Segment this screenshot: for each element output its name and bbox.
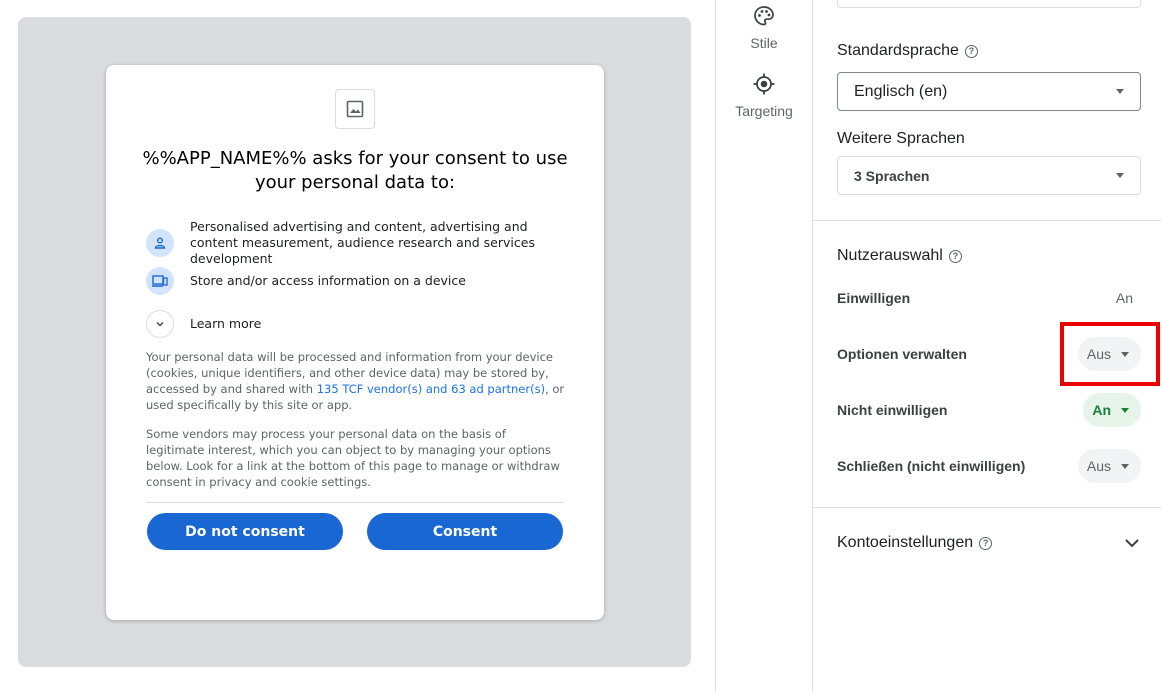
person-icon	[146, 229, 174, 257]
section-divider	[813, 220, 1161, 221]
consent-paragraph-2: Some vendors may process your personal d…	[146, 427, 560, 489]
purpose-item-personalised: Personalised advertising and content, ad…	[146, 219, 566, 267]
nav-label: Targeting	[735, 103, 793, 119]
chip-value: An	[1092, 402, 1111, 418]
default-language-select[interactable]: Englisch (en)	[837, 72, 1141, 111]
help-icon[interactable]: ?	[964, 44, 978, 58]
option-row-einwilligen: Einwilligen An	[837, 280, 1141, 316]
option-row-nicht-einwilligen: Nicht einwilligen An	[837, 392, 1141, 428]
label-text: Kontoeinstellungen	[837, 534, 974, 551]
do-not-consent-button[interactable]: Do not consent	[147, 513, 343, 550]
target-icon	[753, 73, 775, 95]
nav-item-targeting[interactable]: Targeting	[716, 72, 812, 119]
label-text: Standardsprache	[837, 42, 959, 59]
help-icon[interactable]: ?	[979, 536, 993, 550]
dialog-title: %%APP_NAME%% asks for your consent to us…	[142, 148, 568, 193]
devices-icon	[146, 267, 174, 295]
purpose-item-storage: Store and/or access information on a dev…	[146, 267, 566, 295]
option-name: Schließen (nicht einwilligen)	[837, 458, 1026, 474]
select-value: 3 Sprachen	[854, 167, 930, 184]
dropdown-arrow-icon	[1121, 463, 1129, 469]
user-choices-label: Nutzerauswahl ?	[837, 247, 962, 265]
dropdown-arrow-icon	[1116, 173, 1124, 178]
input-field[interactable]	[837, 0, 1141, 8]
option-toggle-dropdown[interactable]: An	[1083, 393, 1141, 427]
more-languages-select[interactable]: 3 Sprachen	[837, 156, 1141, 195]
dialog-divider	[146, 502, 564, 503]
consent-paragraph-1: Your personal data will be processed and…	[146, 349, 566, 413]
more-languages-label: Weitere Sprachen	[837, 130, 965, 148]
vendors-link[interactable]: 135 TCF vendor(s) and 63 ad partner(s)	[317, 382, 545, 396]
red-highlight-box	[1060, 322, 1160, 386]
option-name: Optionen verwalten	[837, 346, 967, 362]
chevron-down-icon[interactable]	[146, 310, 174, 338]
consent-preview-area: %%APP_NAME%% asks for your consent to us…	[18, 17, 691, 667]
help-icon[interactable]: ?	[948, 249, 962, 263]
chip-value: Aus	[1086, 458, 1111, 474]
image-icon	[346, 100, 364, 118]
learn-more-label[interactable]: Learn more	[190, 316, 261, 332]
select-value: Englisch (en)	[854, 82, 948, 100]
default-language-label: Standardsprache ?	[837, 42, 978, 60]
option-row-schliessen: Schließen (nicht einwilligen) Aus	[837, 448, 1141, 484]
consent-dialog: %%APP_NAME%% asks for your consent to us…	[106, 65, 604, 620]
consent-button[interactable]: Consent	[367, 513, 563, 550]
account-settings-header[interactable]: Kontoeinstellungen ?	[837, 534, 1141, 552]
label-text: Weitere Sprachen	[837, 130, 965, 147]
purpose-text: Personalised advertising and content, ad…	[190, 219, 535, 266]
option-toggle-dropdown[interactable]: Aus	[1077, 449, 1141, 483]
chevron-down-icon[interactable]	[1123, 534, 1141, 552]
option-name: Nicht einwilligen	[837, 402, 948, 418]
option-name: Einwilligen	[837, 290, 911, 306]
nav-label: Stile	[750, 35, 778, 51]
dropdown-arrow-icon	[1121, 407, 1129, 413]
section-divider	[813, 507, 1161, 508]
palette-icon	[754, 6, 774, 26]
dropdown-arrow-icon	[1116, 89, 1124, 94]
app-logo-placeholder	[335, 89, 375, 129]
purpose-text: Store and/or access information on a dev…	[190, 273, 466, 288]
option-value: An	[1115, 290, 1133, 306]
label-text: Nutzerauswahl	[837, 247, 943, 264]
nav-item-stile[interactable]: Stile	[716, 4, 812, 51]
learn-more-toggle[interactable]: Learn more	[146, 310, 566, 338]
